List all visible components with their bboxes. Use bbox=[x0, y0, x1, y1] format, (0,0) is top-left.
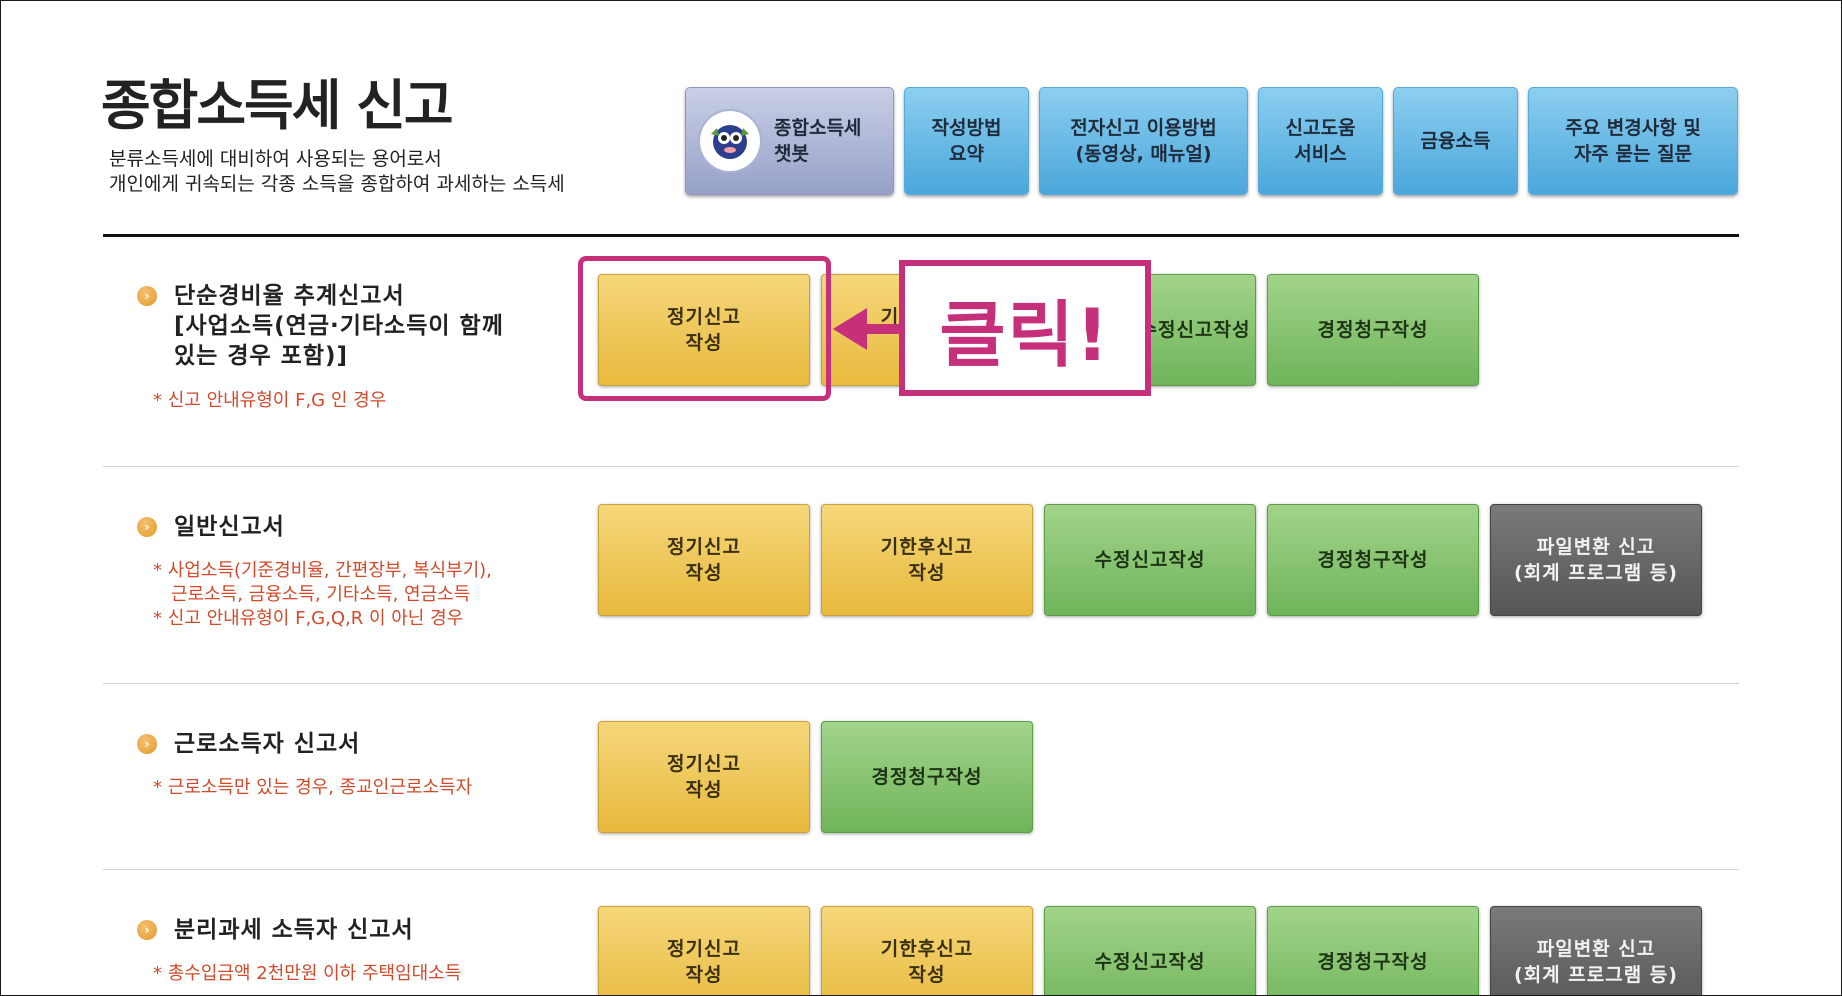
section-divider-2 bbox=[103, 683, 1739, 684]
section-wage-earner-title: › 근로소득자 신고서 bbox=[137, 729, 360, 759]
page-description: 분류소득세에 대비하여 사용되는 용어로서 개인에게 귀속되는 각종 소득을 종… bbox=[109, 147, 565, 197]
wage-earner-refund-claim-button[interactable]: 경정청구작성 bbox=[821, 721, 1033, 833]
nav-filing-help-button[interactable]: 신고도움 서비스 bbox=[1258, 87, 1383, 195]
section-general-note-3: * 신고 안내유형이 F,G,Q,R 이 아닌 경우 bbox=[153, 608, 464, 629]
separate-taxation-amended-filing-button[interactable]: 수정신고작성 bbox=[1044, 906, 1256, 995]
nav-faq-button[interactable]: 주요 변경사항 및 자주 묻는 질문 bbox=[1528, 87, 1738, 195]
nav-financial-income-button[interactable]: 금융소득 bbox=[1393, 87, 1518, 195]
wage-earner-regular-filing-button[interactable]: 정기신고 작성 bbox=[598, 721, 810, 833]
general-refund-claim-button[interactable]: 경정청구작성 bbox=[1267, 504, 1479, 616]
separate-taxation-late-filing-button[interactable]: 기한후신고 작성 bbox=[821, 906, 1033, 995]
nav-financial-income-label: 금융소득 bbox=[1420, 130, 1491, 152]
section-divider-1 bbox=[103, 466, 1739, 467]
general-amended-filing-button[interactable]: 수정신고작성 bbox=[1044, 504, 1256, 616]
section-simple-expense-title: › 단순경비율 추계신고서 [사업소득(연금·기타소득이 함께 있는 경우 포함… bbox=[137, 281, 504, 371]
section-general-note-1: * 사업소득(기준경비율, 간편장부, 복식부기), bbox=[153, 560, 492, 581]
orange-chevron-bullet-icon: › bbox=[137, 920, 157, 940]
section-separate-taxation-title: › 분리과세 소득자 신고서 bbox=[137, 915, 414, 945]
description-line-2: 개인에게 귀속되는 각종 소득을 종합하여 과세하는 소득세 bbox=[109, 173, 565, 195]
nav-efiling-howto-label: 전자신고 이용방법 (동영상, 매뉴얼) bbox=[1070, 117, 1217, 165]
separate-taxation-refund-claim-button[interactable]: 경정청구작성 bbox=[1267, 906, 1479, 995]
section-separate-taxation-note: * 총수입금액 2천만원 이하 주택임대소득 bbox=[153, 963, 462, 984]
click-highlight-box bbox=[578, 256, 831, 401]
section-general-note-2: 근로소득, 금융소득, 기타소득, 연금소득 bbox=[171, 584, 471, 605]
description-line-1: 분류소득세에 대비하여 사용되는 용어로서 bbox=[109, 148, 442, 170]
separate-taxation-file-conversion-button[interactable]: 파일변환 신고 (회계 프로그램 등) bbox=[1490, 906, 1702, 995]
nav-faq-label: 주요 변경사항 및 자주 묻는 질문 bbox=[1565, 117, 1701, 165]
nav-chatbot-label: 종합소득세 챗봇 bbox=[774, 117, 862, 165]
simple-expense-refund-claim-button[interactable]: 경정청구작성 bbox=[1267, 274, 1479, 386]
general-late-filing-button[interactable]: 기한후신고 작성 bbox=[821, 504, 1033, 616]
section-simple-expense-note: * 신고 안내유형이 F,G 인 경우 bbox=[153, 390, 387, 411]
header-divider bbox=[103, 234, 1739, 237]
section-general-title: › 일반신고서 bbox=[137, 512, 285, 542]
section-wage-earner-note: * 근로소득만 있는 경우, 종교인근로소득자 bbox=[153, 777, 473, 798]
nav-efiling-howto-button[interactable]: 전자신고 이용방법 (동영상, 매뉴얼) bbox=[1039, 87, 1248, 195]
separate-taxation-regular-filing-button[interactable]: 정기신고 작성 bbox=[598, 906, 810, 995]
screenshot-frame: 종합소득세 신고 분류소득세에 대비하여 사용되는 용어로서 개인에게 귀속되는… bbox=[0, 0, 1842, 996]
nav-filing-help-label: 신고도움 서비스 bbox=[1285, 117, 1356, 165]
chatbot-character-icon bbox=[700, 111, 760, 171]
nav-writing-guide-button[interactable]: 작성방법 요약 bbox=[904, 87, 1029, 195]
click-callout: 클릭! bbox=[899, 260, 1151, 396]
section-divider-3 bbox=[103, 869, 1739, 870]
nav-chatbot-button[interactable]: 종합소득세 챗봇 bbox=[685, 87, 894, 195]
general-regular-filing-button[interactable]: 정기신고 작성 bbox=[598, 504, 810, 616]
nav-writing-guide-label: 작성방법 요약 bbox=[931, 117, 1002, 165]
orange-chevron-bullet-icon: › bbox=[137, 286, 157, 306]
orange-chevron-bullet-icon: › bbox=[137, 517, 157, 537]
general-file-conversion-button[interactable]: 파일변환 신고 (회계 프로그램 등) bbox=[1490, 504, 1702, 616]
orange-chevron-bullet-icon: › bbox=[137, 734, 157, 754]
page-title: 종합소득세 신고 bbox=[101, 74, 454, 137]
